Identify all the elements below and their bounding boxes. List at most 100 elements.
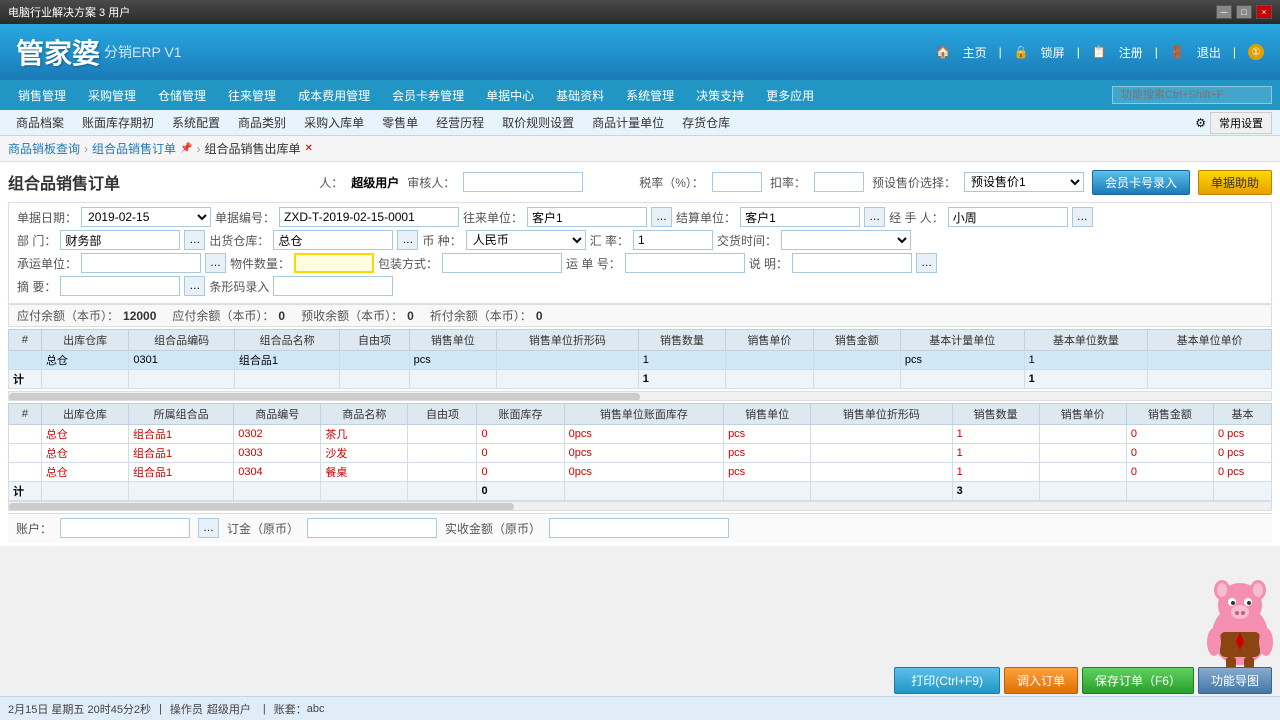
- discount-input[interactable]: 1: [814, 172, 864, 192]
- lower-table-row-3[interactable]: 总仓 组合品1 0304 餐桌 0 0pcs pcs 1 0 0 pcs: [9, 463, 1272, 482]
- breadcrumb-item-1[interactable]: 商品销板查询: [8, 140, 80, 157]
- nav-purchase[interactable]: 采购管理: [78, 83, 146, 108]
- info-icon[interactable]: ①: [1248, 44, 1264, 60]
- upper-scrollbar[interactable]: [8, 391, 1272, 401]
- ship-browse[interactable]: …: [205, 253, 226, 273]
- handler-input[interactable]: [948, 207, 1068, 227]
- form-row-1: 单据日期： 2019-02-15 单据编号： 往来单位： … 结算单位： … 经…: [17, 207, 1263, 227]
- lower-cell-id-1: [9, 425, 42, 444]
- window-controls[interactable]: ─ □ ×: [1216, 5, 1272, 19]
- lower-cell-sale-stock-3: 0pcs: [564, 463, 723, 482]
- dept-browse[interactable]: …: [184, 230, 205, 250]
- account-browse[interactable]: …: [198, 518, 219, 538]
- date-select[interactable]: 2019-02-15: [81, 207, 211, 227]
- subnav-stock-init[interactable]: 账面库存期初: [74, 112, 162, 133]
- ship-unit-input[interactable]: [81, 253, 201, 273]
- nav-basic[interactable]: 基础资料: [546, 83, 614, 108]
- warehouse-input[interactable]: [273, 230, 393, 250]
- subnav-retail[interactable]: 零售单: [374, 112, 426, 133]
- pre-pay-balance: 祈付余额（本币）： 0: [430, 307, 543, 324]
- order-deposit-input[interactable]: [307, 518, 437, 538]
- nav-cost[interactable]: 成本费用管理: [288, 83, 380, 108]
- register-link[interactable]: 注册: [1119, 44, 1143, 61]
- settlement-browse[interactable]: …: [864, 207, 885, 227]
- mascot: [1200, 570, 1280, 670]
- lower-col-stock: 账面库存: [477, 404, 564, 425]
- subnav-purchase-in[interactable]: 采购入库单: [296, 112, 372, 133]
- breadcrumb-close-icon[interactable]: ✕: [305, 143, 313, 154]
- delivery-time-select[interactable]: [781, 230, 911, 250]
- received-input[interactable]: [549, 518, 729, 538]
- warehouse-browse[interactable]: …: [397, 230, 418, 250]
- save-button[interactable]: 保存订单（F6）: [1082, 667, 1194, 694]
- review-input[interactable]: [463, 172, 583, 192]
- nav-voucher[interactable]: 单据中心: [476, 83, 544, 108]
- receive-balance: 应付余额（本币）： 0: [172, 307, 285, 324]
- upper-col-warehouse: 出库仓库: [41, 330, 128, 351]
- item-count-input[interactable]: [294, 253, 374, 273]
- help-button[interactable]: 单据助助: [1198, 170, 1272, 195]
- settings-button[interactable]: 常用设置: [1210, 112, 1272, 134]
- help-map-button[interactable]: 功能导图: [1198, 667, 1272, 694]
- minimize-button[interactable]: ─: [1216, 5, 1232, 19]
- note-browse[interactable]: …: [184, 276, 205, 296]
- to-unit-input[interactable]: [527, 207, 647, 227]
- date-label: 单据日期：: [17, 209, 77, 226]
- subnav-config[interactable]: 系统配置: [164, 112, 228, 133]
- maximize-button[interactable]: □: [1236, 5, 1252, 19]
- dept-input[interactable]: [60, 230, 180, 250]
- home-icon[interactable]: 🏠: [936, 45, 951, 59]
- nav-member[interactable]: 会员卡券管理: [382, 83, 474, 108]
- subnav-price-rules[interactable]: 取价规则设置: [494, 112, 582, 133]
- lower-table-row-2[interactable]: 总仓 组合品1 0303 沙发 0 0pcs pcs 1 0 0 pcs: [9, 444, 1272, 463]
- subnav-category[interactable]: 商品类别: [230, 112, 294, 133]
- lower-cell-amount-1: 0: [1126, 425, 1213, 444]
- settlement-input[interactable]: [740, 207, 860, 227]
- nav-more[interactable]: 更多应用: [756, 83, 824, 108]
- number-label: 单据编号：: [215, 209, 275, 226]
- lower-col-amount: 销售金额: [1126, 404, 1213, 425]
- lower-table-row-1[interactable]: 总仓 组合品1 0302 茶几 0 0pcs pcs 1 0 0 pcs: [9, 425, 1272, 444]
- nav-warehouse[interactable]: 仓储管理: [148, 83, 216, 108]
- print-button[interactable]: 打印(Ctrl+F9): [894, 667, 1000, 694]
- barcode-input[interactable]: [273, 276, 393, 296]
- bottom-actions: 打印(Ctrl+F9) 调入订单 保存订单（F6） 功能导图: [894, 667, 1272, 694]
- upper-cell-barcode: [497, 351, 639, 370]
- lower-table: # 出库仓库 所属组合品 商品编号 商品名称 自由项 账面库存 销售单位账面库存…: [8, 403, 1272, 501]
- nav-decision[interactable]: 决策支持: [686, 83, 754, 108]
- nav-system[interactable]: 系统管理: [616, 83, 684, 108]
- handler-browse[interactable]: …: [1072, 207, 1093, 227]
- import-button[interactable]: 调入订单: [1004, 667, 1078, 694]
- upper-table-row[interactable]: 总仓 0301 组合品1 pcs 1 pcs 1: [9, 351, 1272, 370]
- rate-input[interactable]: [633, 230, 713, 250]
- subnav-units[interactable]: 商品计量单位: [584, 112, 672, 133]
- subnav-product-file[interactable]: 商品档案: [8, 112, 72, 133]
- subnav-history[interactable]: 经营历程: [428, 112, 492, 133]
- remark-browse[interactable]: …: [916, 253, 937, 273]
- remark-input[interactable]: [792, 253, 912, 273]
- nav-sales[interactable]: 销售管理: [8, 83, 76, 108]
- member-card-button[interactable]: 会员卡号录入: [1092, 170, 1190, 195]
- home-link[interactable]: 主页: [963, 44, 987, 61]
- voucher-number-input[interactable]: [279, 207, 459, 227]
- lock-link[interactable]: 锁屏: [1041, 44, 1065, 61]
- nav-contacts[interactable]: 往来管理: [218, 83, 286, 108]
- close-button[interactable]: ×: [1256, 5, 1272, 19]
- subnav-warehouse[interactable]: 存货仓库: [674, 112, 738, 133]
- sub-nav: 商品档案 账面库存期初 系统配置 商品类别 采购入库单 零售单 经营历程 取价规…: [0, 110, 1280, 136]
- note-input[interactable]: [60, 276, 180, 296]
- lower-scrollbar[interactable]: [8, 501, 1272, 511]
- currency-select[interactable]: 人民币: [466, 230, 586, 250]
- package-input[interactable]: [442, 253, 562, 273]
- price-select[interactable]: 预设售价1: [964, 172, 1084, 192]
- logo-subtitle: 分销ERP V1: [104, 42, 182, 62]
- to-unit-browse[interactable]: …: [651, 207, 672, 227]
- pre-receive-label: 预收余额（本币）：: [301, 307, 403, 324]
- tax-rate-input[interactable]: 0: [712, 172, 762, 192]
- nav-search-input[interactable]: [1112, 86, 1272, 104]
- exit-link[interactable]: 退出: [1197, 44, 1221, 61]
- breadcrumb-item-2[interactable]: 组合品销售订单: [92, 140, 176, 157]
- ship-no-input[interactable]: [625, 253, 745, 273]
- lower-cell-unit-1: pcs: [724, 425, 811, 444]
- account-input[interactable]: [60, 518, 190, 538]
